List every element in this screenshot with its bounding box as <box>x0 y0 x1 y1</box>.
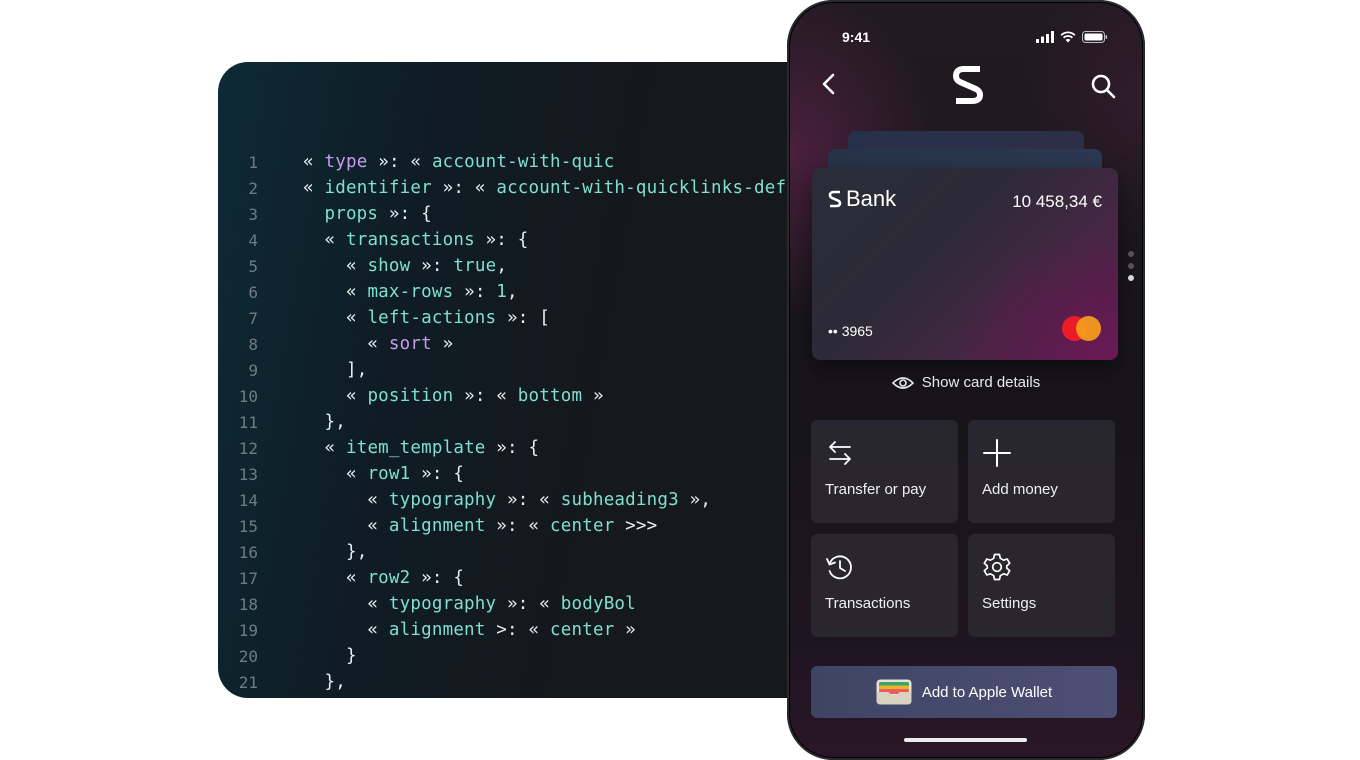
code-text: « position »: « bottom » <box>345 386 604 406</box>
line-number: 19 <box>238 620 258 640</box>
transactions-label: Transactions <box>825 595 911 612</box>
line-number: 11 <box>238 412 258 432</box>
code-text: « alignment >: « center » <box>367 620 636 640</box>
status-icons <box>1036 31 1108 43</box>
phone-screen: 9:41 Bank 10 458,34 € •• 3965 Show card … <box>790 3 1142 757</box>
transfer-or-pay-label: Transfer or pay <box>825 481 927 498</box>
add-money-tile[interactable]: Add money <box>968 420 1115 523</box>
add-to-apple-wallet-button[interactable]: Add to Apple Wallet <box>811 666 1117 718</box>
show-card-details-label: Show card details <box>921 374 1041 391</box>
wifi-icon <box>1060 31 1076 43</box>
line-number: 5 <box>248 256 258 276</box>
code-text: « typography »: « bodyBol <box>367 594 636 614</box>
phone-frame: 9:41 Bank 10 458,34 € •• 3965 Show card … <box>787 0 1145 760</box>
search-icon[interactable] <box>1090 73 1116 99</box>
settings-tile[interactable]: Settings <box>968 534 1115 637</box>
line-number: 9 <box>248 360 258 380</box>
code-text: }, <box>324 412 346 432</box>
card-balance: 10 458,34 € <box>1012 192 1102 211</box>
code-editor: 1 « type »: « account-with-quic 2 « identif… <box>218 62 858 698</box>
plus-icon <box>983 439 1011 467</box>
top-navigation <box>790 65 1142 105</box>
line-number: 3 <box>248 204 258 224</box>
code-text: « transactions »: { <box>324 230 529 250</box>
show-card-details-button[interactable]: Show card details <box>790 374 1142 391</box>
card-masked-number: •• 3965 <box>828 323 873 339</box>
line-number: 13 <box>238 464 258 484</box>
line-number: 21 <box>238 672 258 692</box>
line-number: 6 <box>248 282 258 302</box>
home-indicator <box>904 738 1027 742</box>
pager-dot[interactable] <box>1128 263 1134 269</box>
line-number: 2 <box>248 178 258 198</box>
bank-logo-icon <box>828 190 842 208</box>
line-number: 15 <box>238 516 258 536</box>
bank-card[interactable]: Bank 10 458,34 € •• 3965 <box>812 168 1118 360</box>
line-number: 7 <box>248 308 258 328</box>
add-to-apple-wallet-label: Add to Apple Wallet <box>921 683 1053 701</box>
code-text: « row1 »: { <box>345 464 465 484</box>
transfer-arrows-icon <box>829 441 851 465</box>
code-text: « row2 »: { <box>345 568 465 588</box>
card-brand: Bank <box>828 186 896 212</box>
eye-icon <box>891 376 914 389</box>
code-text: « show »: true, <box>345 256 508 276</box>
battery-icon <box>1082 31 1108 43</box>
gear-icon <box>983 553 1011 581</box>
wallet-icon <box>876 679 912 705</box>
status-bar: 9:41 <box>790 27 1142 49</box>
code-text: }, <box>345 542 368 562</box>
line-number: 1 <box>248 152 258 172</box>
code-text: « identifier »: « account-with-quicklink… <box>303 178 797 198</box>
code-text: « type »: « account-with-quic <box>303 152 615 172</box>
line-number: 20 <box>238 646 258 666</box>
line-number: 16 <box>238 542 258 562</box>
settings-label: Settings <box>982 595 1037 612</box>
code-text: }, <box>324 672 346 692</box>
code-text: « typography »: « subheading3 », <box>367 490 712 510</box>
code-text: « left-actions »: [ <box>345 308 551 328</box>
history-icon <box>826 555 852 580</box>
pager-dot[interactable] <box>1128 251 1134 257</box>
add-money-label: Add money <box>982 481 1058 498</box>
code-text: } <box>345 646 357 666</box>
code-text: props »: { <box>303 204 432 224</box>
line-number: 10 <box>238 386 258 406</box>
code-text: « item_template »: { <box>324 438 540 458</box>
line-number: 18 <box>238 594 258 614</box>
card-bank-name: Bank <box>846 186 897 211</box>
transactions-tile[interactable]: Transactions <box>811 534 958 637</box>
line-number: 4 <box>248 230 258 250</box>
pager-dot-active[interactable] <box>1128 275 1134 281</box>
code-text: ], <box>345 360 368 380</box>
app-logo-icon <box>953 66 983 104</box>
code-text: « max-rows »: 1, <box>345 282 518 302</box>
card-pager[interactable] <box>1128 251 1134 287</box>
status-time: 9:41 <box>842 29 871 45</box>
back-arrow-icon[interactable] <box>818 71 842 97</box>
mastercard-logo-icon <box>1062 316 1102 342</box>
transfer-or-pay-tile[interactable]: Transfer or pay <box>811 420 958 523</box>
line-number: 14 <box>238 490 258 510</box>
code-text: « sort » <box>367 334 454 354</box>
line-number: 8 <box>248 334 258 354</box>
signal-icon <box>1036 31 1054 43</box>
line-number: 12 <box>238 438 258 458</box>
line-number: 17 <box>238 568 258 588</box>
code-text: « alignment »: « center >>> <box>367 516 658 536</box>
